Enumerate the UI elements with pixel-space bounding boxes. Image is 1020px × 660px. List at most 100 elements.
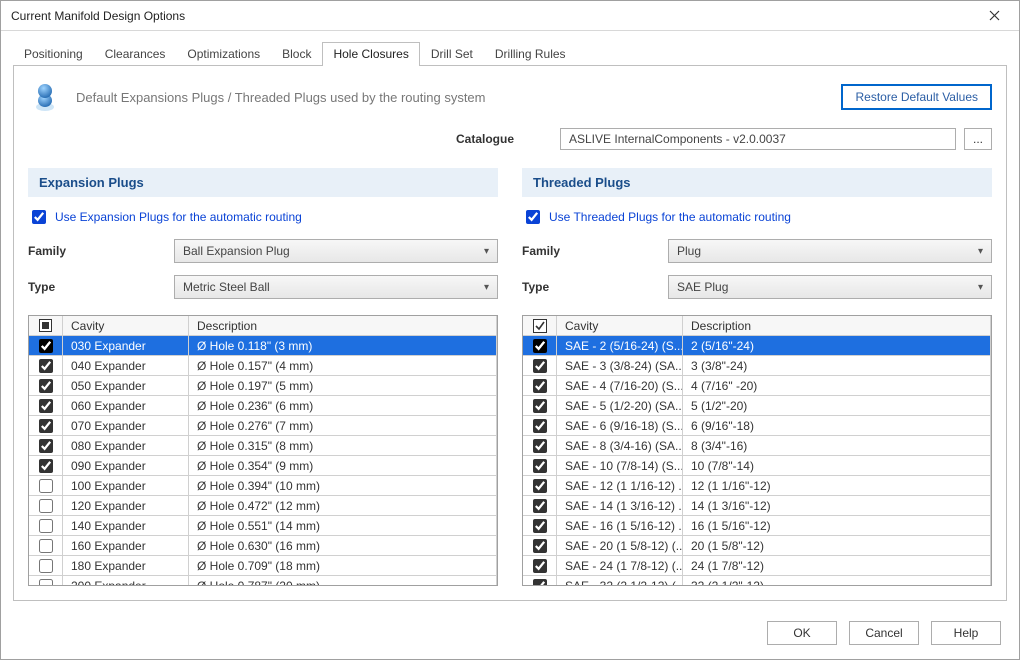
table-row[interactable]: 120 ExpanderØ Hole 0.472" (12 mm): [29, 496, 497, 516]
row-checkbox-cell[interactable]: [523, 456, 557, 476]
table-row[interactable]: SAE - 5 (1/2-20) (SA...5 (1/2"-20): [523, 396, 991, 416]
ok-button[interactable]: OK: [767, 621, 837, 645]
row-checkbox-cell[interactable]: [523, 556, 557, 576]
row-checkbox-cell[interactable]: [523, 376, 557, 396]
tab-drill-set[interactable]: Drill Set: [420, 42, 484, 66]
row-checkbox-cell[interactable]: [29, 396, 63, 416]
table-row[interactable]: 060 ExpanderØ Hole 0.236" (6 mm): [29, 396, 497, 416]
row-checkbox[interactable]: [533, 579, 547, 586]
row-checkbox-cell[interactable]: [29, 536, 63, 556]
row-checkbox-cell[interactable]: [29, 516, 63, 536]
row-checkbox[interactable]: [533, 539, 547, 553]
table-row[interactable]: SAE - 14 (1 3/16-12) ...14 (1 3/16"-12): [523, 496, 991, 516]
row-checkbox[interactable]: [39, 379, 53, 393]
row-checkbox[interactable]: [533, 479, 547, 493]
use-threaded-checkbox[interactable]: [526, 210, 540, 224]
threaded-table-body[interactable]: SAE - 2 (5/16-24) (S...2 (5/16"-24)SAE -…: [523, 336, 991, 585]
catalogue-browse-button[interactable]: ...: [964, 128, 992, 150]
catalogue-field[interactable]: ASLIVE InternalComponents - v2.0.0037: [560, 128, 956, 150]
row-checkbox-cell[interactable]: [29, 556, 63, 576]
row-checkbox[interactable]: [533, 339, 547, 353]
row-checkbox[interactable]: [39, 439, 53, 453]
row-checkbox-cell[interactable]: [523, 576, 557, 585]
expansion-master-checkbox[interactable]: [29, 316, 63, 336]
row-checkbox[interactable]: [533, 419, 547, 433]
table-row[interactable]: SAE - 16 (1 5/16-12) ...16 (1 5/16"-12): [523, 516, 991, 536]
row-checkbox[interactable]: [39, 579, 53, 586]
row-checkbox-cell[interactable]: [29, 336, 63, 356]
table-row[interactable]: SAE - 24 (1 7/8-12) (...24 (1 7/8"-12): [523, 556, 991, 576]
tab-clearances[interactable]: Clearances: [94, 42, 177, 66]
row-checkbox-cell[interactable]: [523, 396, 557, 416]
table-row[interactable]: 040 ExpanderØ Hole 0.157" (4 mm): [29, 356, 497, 376]
expansion-type-select[interactable]: Metric Steel Ball ▾: [174, 275, 498, 299]
table-row[interactable]: SAE - 2 (5/16-24) (S...2 (5/16"-24): [523, 336, 991, 356]
row-checkbox[interactable]: [39, 359, 53, 373]
row-checkbox-cell[interactable]: [29, 416, 63, 436]
table-row[interactable]: 050 ExpanderØ Hole 0.197" (5 mm): [29, 376, 497, 396]
row-checkbox-cell[interactable]: [523, 536, 557, 556]
row-checkbox[interactable]: [533, 519, 547, 533]
row-checkbox[interactable]: [39, 559, 53, 573]
table-row[interactable]: 070 ExpanderØ Hole 0.276" (7 mm): [29, 416, 497, 436]
table-row[interactable]: SAE - 8 (3/4-16) (SA...8 (3/4"-16): [523, 436, 991, 456]
restore-defaults-button[interactable]: Restore Default Values: [841, 84, 992, 110]
threaded-col-cavity[interactable]: Cavity: [557, 316, 683, 336]
table-row[interactable]: SAE - 3 (3/8-24) (SA...3 (3/8"-24): [523, 356, 991, 376]
table-row[interactable]: SAE - 32 (2 1/2-12) (...32 (2 1/2"-12): [523, 576, 991, 585]
expansion-family-select[interactable]: Ball Expansion Plug ▾: [174, 239, 498, 263]
table-row[interactable]: SAE - 10 (7/8-14) (S...10 (7/8"-14): [523, 456, 991, 476]
use-expansion-checkbox-row[interactable]: Use Expansion Plugs for the automatic ro…: [28, 207, 498, 227]
tab-drilling-rules[interactable]: Drilling Rules: [484, 42, 577, 66]
table-row[interactable]: SAE - 12 (1 1/16-12) ...12 (1 1/16"-12): [523, 476, 991, 496]
help-button[interactable]: Help: [931, 621, 1001, 645]
table-row[interactable]: 160 ExpanderØ Hole 0.630" (16 mm): [29, 536, 497, 556]
row-checkbox-cell[interactable]: [523, 436, 557, 456]
tab-positioning[interactable]: Positioning: [13, 42, 94, 66]
table-row[interactable]: 180 ExpanderØ Hole 0.709" (18 mm): [29, 556, 497, 576]
row-checkbox[interactable]: [533, 439, 547, 453]
row-checkbox-cell[interactable]: [29, 436, 63, 456]
row-checkbox[interactable]: [39, 339, 53, 353]
table-row[interactable]: SAE - 6 (9/16-18) (S...6 (9/16"-18): [523, 416, 991, 436]
table-row[interactable]: 080 ExpanderØ Hole 0.315" (8 mm): [29, 436, 497, 456]
row-checkbox[interactable]: [39, 539, 53, 553]
row-checkbox-cell[interactable]: [523, 336, 557, 356]
threaded-type-select[interactable]: SAE Plug ▾: [668, 275, 992, 299]
row-checkbox[interactable]: [533, 359, 547, 373]
table-row[interactable]: 200 ExpanderØ Hole 0.787" (20 mm): [29, 576, 497, 585]
row-checkbox-cell[interactable]: [29, 456, 63, 476]
use-threaded-checkbox-row[interactable]: Use Threaded Plugs for the automatic rou…: [522, 207, 992, 227]
threaded-col-description[interactable]: Description: [683, 316, 991, 336]
row-checkbox[interactable]: [39, 499, 53, 513]
tab-block[interactable]: Block: [271, 42, 322, 66]
row-checkbox-cell[interactable]: [29, 356, 63, 376]
threaded-master-checkbox[interactable]: [523, 316, 557, 336]
row-checkbox[interactable]: [533, 559, 547, 573]
table-row[interactable]: 090 ExpanderØ Hole 0.354" (9 mm): [29, 456, 497, 476]
expansion-col-cavity[interactable]: Cavity: [63, 316, 189, 336]
row-checkbox-cell[interactable]: [29, 376, 63, 396]
row-checkbox[interactable]: [39, 459, 53, 473]
row-checkbox[interactable]: [39, 399, 53, 413]
tab-hole-closures[interactable]: Hole Closures: [322, 42, 419, 66]
row-checkbox-cell[interactable]: [523, 356, 557, 376]
row-checkbox[interactable]: [533, 499, 547, 513]
row-checkbox[interactable]: [533, 399, 547, 413]
threaded-family-select[interactable]: Plug ▾: [668, 239, 992, 263]
row-checkbox-cell[interactable]: [29, 496, 63, 516]
table-row[interactable]: SAE - 20 (1 5/8-12) (...20 (1 5/8"-12): [523, 536, 991, 556]
row-checkbox[interactable]: [39, 419, 53, 433]
expansion-col-description[interactable]: Description: [189, 316, 497, 336]
row-checkbox-cell[interactable]: [523, 496, 557, 516]
row-checkbox[interactable]: [533, 459, 547, 473]
tab-optimizations[interactable]: Optimizations: [176, 42, 271, 66]
table-row[interactable]: 140 ExpanderØ Hole 0.551" (14 mm): [29, 516, 497, 536]
table-row[interactable]: SAE - 4 (7/16-20) (S...4 (7/16" -20): [523, 376, 991, 396]
row-checkbox-cell[interactable]: [29, 576, 63, 585]
row-checkbox-cell[interactable]: [523, 516, 557, 536]
row-checkbox[interactable]: [39, 479, 53, 493]
row-checkbox-cell[interactable]: [523, 416, 557, 436]
table-row[interactable]: 030 ExpanderØ Hole 0.118" (3 mm): [29, 336, 497, 356]
close-button[interactable]: [977, 5, 1011, 27]
